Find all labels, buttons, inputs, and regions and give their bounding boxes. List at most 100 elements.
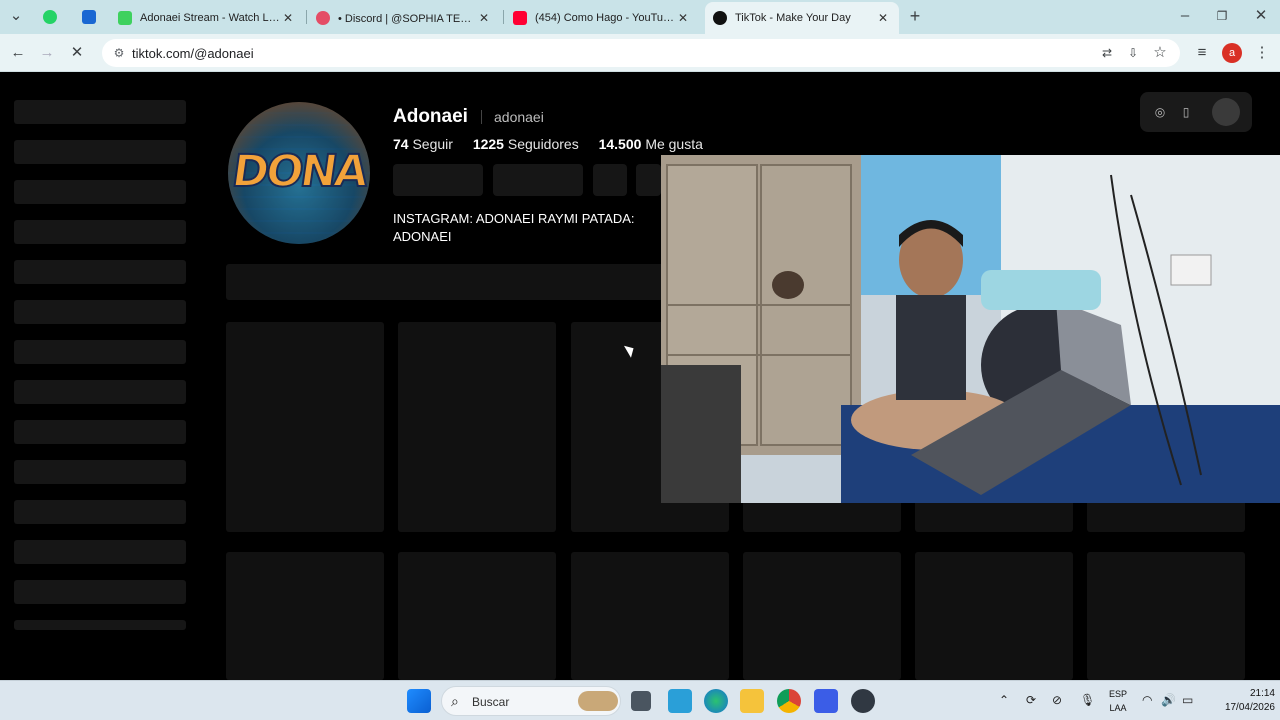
followers-stat[interactable]: 1225 Seguidores: [473, 136, 579, 152]
clock-time: 21:14: [1249, 688, 1275, 699]
icon-button-skeleton[interactable]: [636, 164, 661, 196]
profile-stats: 74 Seguir 1225 Seguidores 14.500 Me gust…: [393, 136, 719, 152]
name-divider: [481, 110, 482, 124]
language-indicator[interactable]: ESP LAA: [1106, 687, 1130, 715]
sidebar-skeleton: [14, 460, 186, 484]
compass-icon[interactable]: ◎: [1152, 104, 1168, 120]
tab-discord[interactable]: • Discord | @SOPHIA TECH💕👩 ✕: [308, 4, 500, 32]
sidebar-skeleton: [14, 140, 186, 164]
following-stat[interactable]: 74 Seguir: [393, 136, 453, 152]
sidebar-skeleton: [14, 620, 186, 630]
kick-favicon-icon: [118, 11, 132, 25]
profile-handle: adonaei: [494, 109, 544, 125]
app-icon[interactable]: [814, 689, 838, 713]
install-app-icon[interactable]: ⇩: [1123, 43, 1143, 63]
start-button-icon[interactable]: [407, 689, 431, 713]
video-card-skeleton[interactable]: [1087, 552, 1245, 680]
language-code: ESP: [1108, 689, 1127, 699]
close-tab-icon[interactable]: ✕: [675, 11, 691, 25]
video-card-skeleton[interactable]: [743, 552, 901, 680]
forward-icon[interactable]: →: [37, 43, 57, 63]
sidebar-skeleton: [14, 340, 186, 364]
likes-count: 14.500: [598, 136, 642, 152]
video-card-skeleton[interactable]: [226, 552, 384, 680]
tab-strip: ⌄ Adonaei Stream - Watch Live o ✕ • Disc…: [0, 0, 1280, 34]
app-icon[interactable]: [668, 689, 692, 713]
system-clock[interactable]: 21:14 17/04/2026: [1205, 687, 1275, 715]
close-window-icon[interactable]: ✕: [1251, 6, 1271, 26]
tab-divider: [306, 10, 307, 24]
profile-avatar-image[interactable]: DONA: [228, 102, 370, 244]
following-count: 74: [393, 136, 409, 152]
stop-loading-icon[interactable]: ✕: [67, 43, 87, 63]
show-hidden-icons-icon[interactable]: ⌃: [999, 693, 1009, 707]
sync-icon[interactable]: ⟳: [1026, 693, 1036, 707]
keyboard-layout: LAA: [1109, 703, 1127, 713]
followers-count: 1225: [472, 136, 504, 152]
translate-icon[interactable]: ⇄: [1097, 43, 1117, 63]
tab-tiktok[interactable]: TikTok - Make Your Day ✕: [705, 2, 899, 34]
browser-toolbar: ← → ✕ ⚙ tiktok.com/@adonaei ⇄ ⇩ ☆ ≡ a ⋮: [0, 34, 1280, 72]
volume-icon[interactable]: 🔊: [1161, 693, 1176, 707]
sidebar-skeleton: [14, 180, 186, 204]
device-icon[interactable]: ▯: [1178, 104, 1194, 120]
webcam-overlay: [661, 155, 1280, 503]
top-right-controls: ◎ ▯: [1140, 92, 1252, 132]
bookmark-star-icon[interactable]: ☆: [1150, 43, 1170, 63]
message-button-skeleton[interactable]: [493, 164, 583, 196]
sidebar-skeleton: [14, 380, 186, 404]
url-text: tiktok.com/@adonaei: [132, 46, 254, 61]
webcam-scene: [661, 155, 1280, 503]
microphone-icon[interactable]: 🎙: [1080, 693, 1095, 707]
site-info-icon[interactable]: ⚙: [111, 45, 127, 61]
video-card-skeleton[interactable]: [915, 552, 1073, 680]
sidebar-skeleton: [14, 260, 186, 284]
new-tab-icon[interactable]: +: [905, 6, 925, 26]
minimize-icon[interactable]: –: [1175, 6, 1195, 26]
following-label: Seguir: [412, 136, 453, 152]
file-explorer-icon[interactable]: [740, 689, 764, 713]
profile-avatar[interactable]: a: [1222, 43, 1242, 63]
video-card-skeleton[interactable]: [226, 322, 384, 532]
icon-button-skeleton[interactable]: [593, 164, 627, 196]
avatar-graffiti-text: DONA: [228, 145, 370, 198]
maximize-icon[interactable]: ❐: [1212, 6, 1232, 26]
windows-taskbar: ⌕ Buscar ⌃ ⟳ ⊘ 🎙 ESP LAA ◠ 🔊 ▭ 21:14 17/…: [0, 680, 1280, 720]
tab-title: (454) Como Hago - YouTube: [535, 12, 675, 24]
wifi-icon[interactable]: ◠: [1142, 693, 1152, 707]
user-avatar-placeholder[interactable]: [1212, 98, 1240, 126]
tabs-skeleton: [226, 264, 666, 300]
likes-label: Me gusta: [645, 136, 703, 152]
close-tab-icon[interactable]: ✕: [875, 11, 891, 25]
tab-title: Adonaei Stream - Watch Live o: [140, 12, 280, 24]
network-off-icon[interactable]: ⊘: [1052, 693, 1062, 707]
follow-button-skeleton[interactable]: [393, 164, 483, 196]
video-card-skeleton[interactable]: [398, 552, 556, 680]
video-card-skeleton[interactable]: [571, 552, 729, 680]
close-tab-icon[interactable]: ✕: [280, 11, 296, 25]
taskbar-search[interactable]: ⌕ Buscar: [441, 686, 621, 716]
search-highlight-icon: [578, 691, 618, 711]
search-label: Buscar: [472, 695, 510, 709]
sidebar-skeleton: [14, 220, 186, 244]
profile-username: Adonaei: [393, 106, 468, 127]
discord-favicon-icon: [316, 11, 330, 25]
tiktok-favicon-icon: [713, 11, 727, 25]
edge-browser-icon[interactable]: [704, 689, 728, 713]
task-view-icon[interactable]: [631, 691, 651, 711]
tab-youtube[interactable]: (454) Como Hago - YouTube ✕: [505, 4, 699, 32]
whatsapp-pinned-tab-icon[interactable]: [43, 10, 57, 24]
back-icon[interactable]: ←: [8, 43, 28, 63]
chrome-icon[interactable]: [777, 689, 801, 713]
sidebar-skeleton: [14, 540, 186, 564]
close-tab-icon[interactable]: ✕: [476, 11, 492, 25]
media-controls-icon[interactable]: ≡: [1192, 43, 1212, 63]
video-card-skeleton[interactable]: [398, 322, 556, 532]
pinned-tab-icon[interactable]: [82, 10, 96, 24]
tab-kick-stream[interactable]: Adonaei Stream - Watch Live o ✕: [110, 4, 304, 32]
battery-icon[interactable]: ▭: [1182, 693, 1193, 707]
obs-icon[interactable]: [851, 689, 875, 713]
address-bar[interactable]: ⚙ tiktok.com/@adonaei: [102, 39, 1180, 67]
tab-search-chevron-icon[interactable]: ⌄: [6, 6, 26, 26]
menu-kebab-icon[interactable]: ⋮: [1252, 43, 1272, 63]
